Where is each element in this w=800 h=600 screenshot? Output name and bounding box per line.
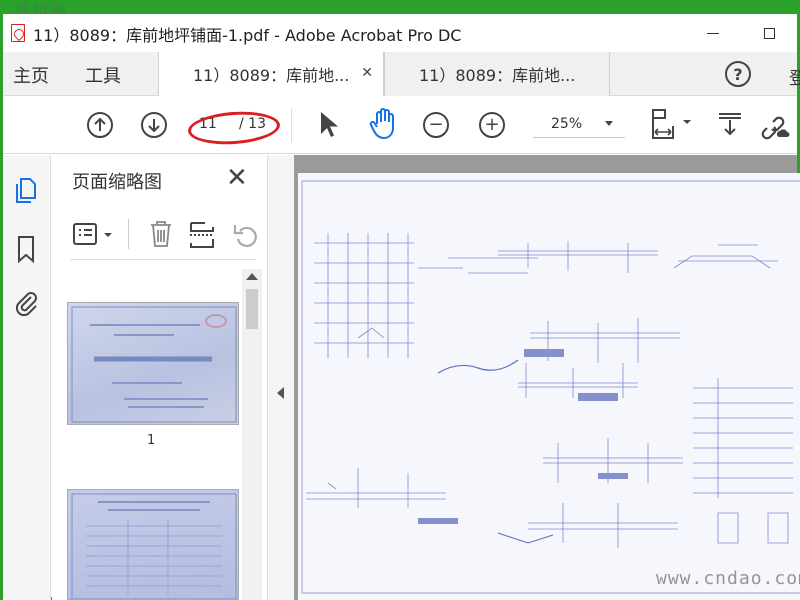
page-thumbnails-icon[interactable]	[13, 177, 39, 205]
tab-bar: 主页 工具 11）8089：库前地... ✕ 11）8089：库前地... ? …	[3, 52, 800, 96]
arrow-up-icon	[94, 117, 106, 131]
panel-tools	[72, 215, 257, 255]
panel-splitter[interactable]	[268, 155, 294, 600]
thumbnail-image	[71, 306, 237, 423]
help-icon[interactable]: ?	[725, 61, 751, 87]
rotate-page-icon[interactable]	[232, 221, 260, 249]
document-view[interactable]	[294, 155, 800, 600]
tab-tools[interactable]: 工具	[85, 62, 121, 88]
navigation-rail	[3, 155, 51, 600]
login-link[interactable]: 登	[789, 64, 800, 89]
page-fit-icon[interactable]	[647, 108, 695, 142]
next-page-button[interactable]	[141, 112, 167, 138]
thumbnail-panel: 页面缩略图 ✕ 1	[52, 155, 268, 600]
page-thumbnail[interactable]	[67, 302, 239, 425]
pdf-page	[298, 173, 800, 600]
top-green-bar: 道桥网	[0, 0, 800, 21]
panel-divider	[70, 259, 256, 260]
scroll-thumb[interactable]	[246, 289, 258, 329]
watermark-bottom: www.cndao.com	[656, 568, 800, 589]
tools-divider	[128, 219, 129, 249]
scroll-mode-icon[interactable]	[715, 110, 745, 140]
thumbnail-options-icon[interactable]	[72, 221, 116, 249]
title-bar: 11）8089：库前地坪铺面-1.pdf - Adobe Acrobat Pro…	[3, 14, 797, 52]
select-tool-icon[interactable]	[317, 110, 339, 140]
document-tab-inactive[interactable]: 11）8089：库前地...	[384, 52, 610, 96]
hand-tool-icon[interactable]	[369, 108, 399, 140]
thumbnail-image	[71, 493, 237, 599]
zoom-in-button[interactable]: +	[479, 112, 505, 138]
engineering-drawing	[301, 180, 800, 594]
zoom-value: 25%	[551, 115, 583, 132]
acrobat-pdf-icon	[11, 24, 25, 42]
page-thumbnail[interactable]	[67, 489, 239, 600]
panel-title: 页面缩略图	[72, 172, 162, 193]
share-link-icon[interactable]	[757, 110, 791, 140]
thumbnail-scrollbar[interactable]	[242, 269, 262, 600]
minimize-button[interactable]	[699, 20, 727, 46]
window-title: 11）8089：库前地坪铺面-1.pdf - Adobe Acrobat Pro…	[33, 26, 462, 45]
toolbar-divider	[291, 108, 292, 142]
document-tab-label: 11）8089：库前地...	[193, 66, 350, 85]
panel-close-icon[interactable]: ✕	[226, 163, 248, 193]
chevron-down-icon	[605, 121, 613, 126]
document-tab-active[interactable]: 11）8089：库前地... ✕	[158, 52, 384, 96]
bookmark-icon[interactable]	[13, 235, 39, 263]
thumbnail-page-label: 1	[147, 433, 156, 448]
zoom-out-button[interactable]: −	[423, 112, 449, 138]
delete-page-icon[interactable]	[148, 219, 174, 249]
maximize-button[interactable]	[755, 20, 783, 46]
zoom-select[interactable]: 25%	[533, 110, 625, 138]
arrow-down-icon	[148, 119, 160, 133]
tab-home[interactable]: 主页	[13, 62, 49, 88]
extract-page-icon[interactable]	[188, 219, 216, 249]
toolbar: 11 / 13 − + 25%	[3, 96, 797, 154]
document-tab-label: 11）8089：库前地...	[419, 66, 576, 85]
attachment-icon[interactable]	[13, 289, 39, 317]
minimize-icon	[707, 32, 719, 34]
collapse-panel-icon[interactable]	[277, 387, 284, 399]
scroll-up-icon[interactable]	[246, 273, 258, 280]
maximize-icon	[763, 27, 775, 39]
prev-page-button[interactable]	[87, 112, 113, 138]
tab-close-icon[interactable]: ✕	[361, 65, 373, 81]
